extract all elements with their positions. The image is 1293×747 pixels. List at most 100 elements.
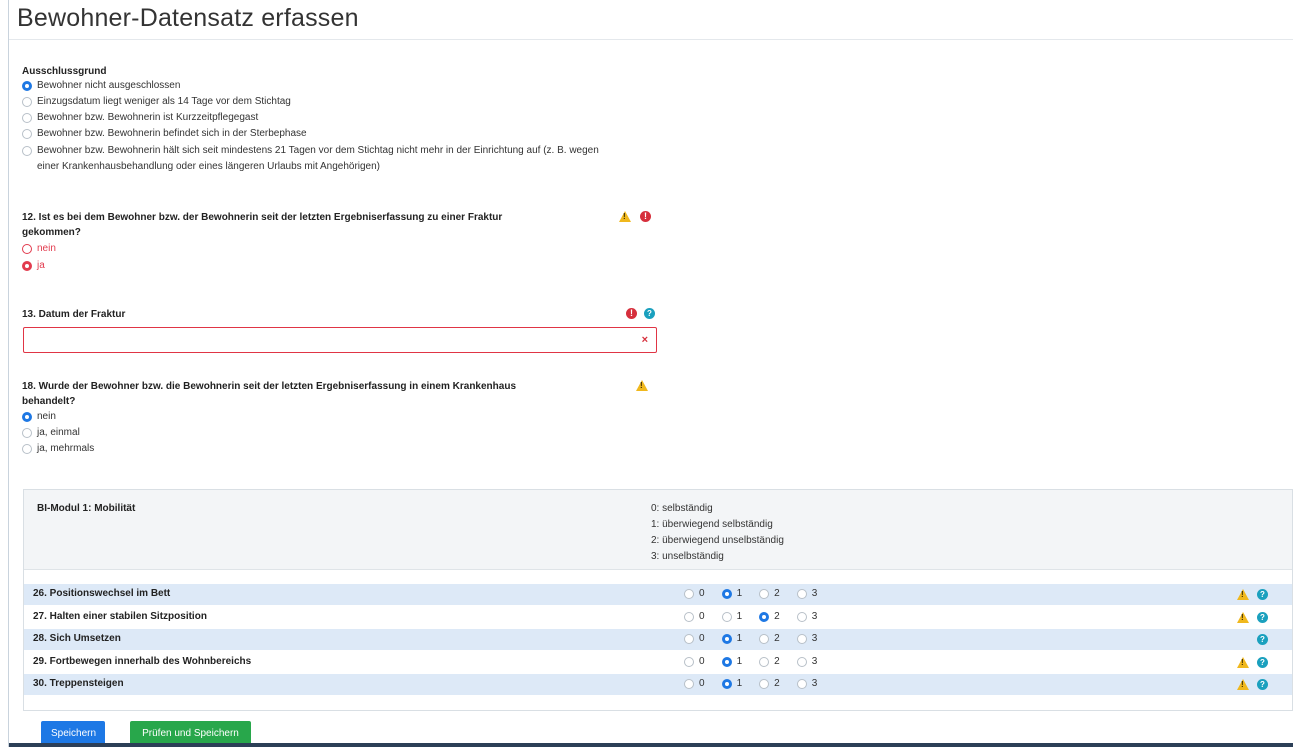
rating-option-1[interactable]: 1: [721, 631, 742, 647]
rating-option-1[interactable]: 1: [721, 609, 742, 625]
radio[interactable]: [22, 113, 32, 123]
warning-icon[interactable]: [619, 211, 631, 222]
module-row: 27. Halten einer stabilen Sitzposition 0…: [24, 607, 1292, 628]
help-icon[interactable]: ?: [1257, 657, 1268, 668]
q13-title: 13. Datum der Fraktur: [22, 309, 126, 320]
rating-option-3[interactable]: 3: [796, 609, 817, 625]
radio-selected[interactable]: [721, 679, 732, 689]
radio[interactable]: [796, 679, 807, 689]
exclusion-option-1[interactable]: Einzugsdatum liegt weniger als 14 Tage v…: [22, 94, 291, 110]
radio[interactable]: [759, 634, 770, 644]
radio[interactable]: [22, 129, 32, 139]
q12-title-line2: gekommen?: [22, 227, 81, 238]
radio-selected[interactable]: [721, 634, 732, 644]
module-row: 29. Fortbewegen innerhalb des Wohnbereic…: [24, 652, 1292, 673]
warning-icon[interactable]: [1237, 589, 1249, 600]
q12-title-line1: 12. Ist es bei dem Bewohner bzw. der Bew…: [22, 212, 503, 223]
radio-selected[interactable]: [22, 81, 32, 91]
q18-option-einmal[interactable]: ja, einmal: [22, 425, 80, 441]
rating-option-2[interactable]: 2: [759, 676, 780, 692]
rating-option-1[interactable]: 1: [721, 586, 742, 602]
rating-option-3[interactable]: 3: [796, 676, 817, 692]
fracture-date-input[interactable]: ×: [23, 327, 657, 353]
rating-option-0[interactable]: 0: [684, 586, 705, 602]
rating-option-0[interactable]: 0: [684, 609, 705, 625]
radio[interactable]: [796, 634, 807, 644]
radio[interactable]: [22, 428, 32, 438]
rating-scale: 0 1 2 3: [684, 586, 834, 602]
radio[interactable]: [759, 589, 770, 599]
radio-selected[interactable]: [22, 261, 32, 271]
row-label: 29. Fortbewegen innerhalb des Wohnbereic…: [33, 656, 252, 667]
q18-option-mehrmals[interactable]: ja, mehrmals: [22, 441, 94, 457]
radio[interactable]: [22, 244, 32, 254]
radio[interactable]: [22, 97, 32, 107]
rating-option-0[interactable]: 0: [684, 676, 705, 692]
help-icon[interactable]: ?: [1257, 612, 1268, 623]
q18-title-line2: behandelt?: [22, 396, 76, 407]
warning-icon[interactable]: [1237, 612, 1249, 623]
radio[interactable]: [796, 589, 807, 599]
help-icon[interactable]: ?: [1257, 634, 1268, 645]
rating-option-3[interactable]: 3: [796, 654, 817, 670]
exclusion-option-2[interactable]: Bewohner bzw. Bewohnerin ist Kurzzeitpfl…: [22, 110, 258, 126]
rating-option-0[interactable]: 0: [684, 654, 705, 670]
warning-icon[interactable]: [636, 380, 648, 391]
page-title: Bewohner-Datensatz erfassen: [17, 4, 359, 32]
rating-option-1[interactable]: 1: [721, 676, 742, 692]
exclusion-option-3[interactable]: Bewohner bzw. Bewohnerin befindet sich i…: [22, 126, 307, 142]
q18-option-nein[interactable]: nein: [22, 409, 56, 425]
save-button[interactable]: Speichern: [41, 721, 105, 745]
exclusion-option-4-continued: einer Krankenhausbehandlung oder eines l…: [37, 161, 381, 172]
rating-option-3[interactable]: 3: [796, 631, 817, 647]
window-bottom-border: [9, 743, 1293, 747]
warning-icon[interactable]: [1237, 657, 1249, 668]
rating-option-2[interactable]: 2: [759, 609, 780, 625]
rating-option-2[interactable]: 2: [759, 586, 780, 602]
rating-scale: 0 1 2 3: [684, 676, 834, 692]
rating-scale: 0 1 2 3: [684, 654, 834, 670]
radio[interactable]: [684, 612, 694, 622]
radio[interactable]: [796, 612, 807, 622]
radio[interactable]: [796, 657, 807, 667]
rating-option-2[interactable]: 2: [759, 631, 780, 647]
radio[interactable]: [721, 612, 732, 622]
exclusion-option-0[interactable]: Bewohner nicht ausgeschlossen: [22, 78, 180, 94]
help-icon[interactable]: ?: [1257, 679, 1268, 690]
error-icon[interactable]: !: [640, 211, 651, 222]
radio[interactable]: [759, 657, 770, 667]
rating-scale: 0 1 2 3: [684, 631, 834, 647]
radio[interactable]: [684, 589, 694, 599]
exclusion-option-4[interactable]: Bewohner bzw. Bewohnerin hält sich seit …: [22, 143, 599, 159]
q18-title-line1: 18. Wurde der Bewohner bzw. die Bewohner…: [22, 381, 517, 392]
radio[interactable]: [684, 634, 694, 644]
radio[interactable]: [684, 679, 694, 689]
q12-option-nein[interactable]: nein: [22, 241, 56, 257]
radio-selected[interactable]: [721, 657, 732, 667]
clear-icon[interactable]: ×: [642, 334, 648, 346]
radio[interactable]: [759, 679, 770, 689]
row-label: 27. Halten einer stabilen Sitzposition: [33, 611, 207, 622]
warning-icon[interactable]: [1237, 679, 1249, 690]
help-icon[interactable]: ?: [644, 308, 655, 319]
legend-item: 1: überwiegend selbständig: [651, 519, 773, 530]
radio[interactable]: [22, 146, 32, 156]
rating-option-1[interactable]: 1: [721, 654, 742, 670]
module-row: 26. Positionswechsel im Bett 0 1 2 3 ?: [24, 584, 1292, 605]
q12-option-ja[interactable]: ja: [22, 258, 45, 274]
error-icon[interactable]: !: [626, 308, 637, 319]
rating-option-3[interactable]: 3: [796, 586, 817, 602]
radio-selected[interactable]: [22, 412, 32, 422]
help-icon[interactable]: ?: [1257, 589, 1268, 600]
rating-option-0[interactable]: 0: [684, 631, 705, 647]
rating-option-2[interactable]: 2: [759, 654, 780, 670]
check-and-save-button[interactable]: Prüfen und Speichern: [130, 721, 251, 745]
module-row: 30. Treppensteigen 0 1 2 3 ?: [24, 674, 1292, 695]
module-title: BI-Modul 1: Mobilität: [37, 503, 136, 514]
radio[interactable]: [684, 657, 694, 667]
legend-item: 2: überwiegend unselbständig: [651, 535, 784, 546]
radio-selected[interactable]: [759, 612, 770, 622]
radio-selected[interactable]: [721, 589, 732, 599]
row-label: 30. Treppensteigen: [33, 678, 124, 689]
radio[interactable]: [22, 444, 32, 454]
